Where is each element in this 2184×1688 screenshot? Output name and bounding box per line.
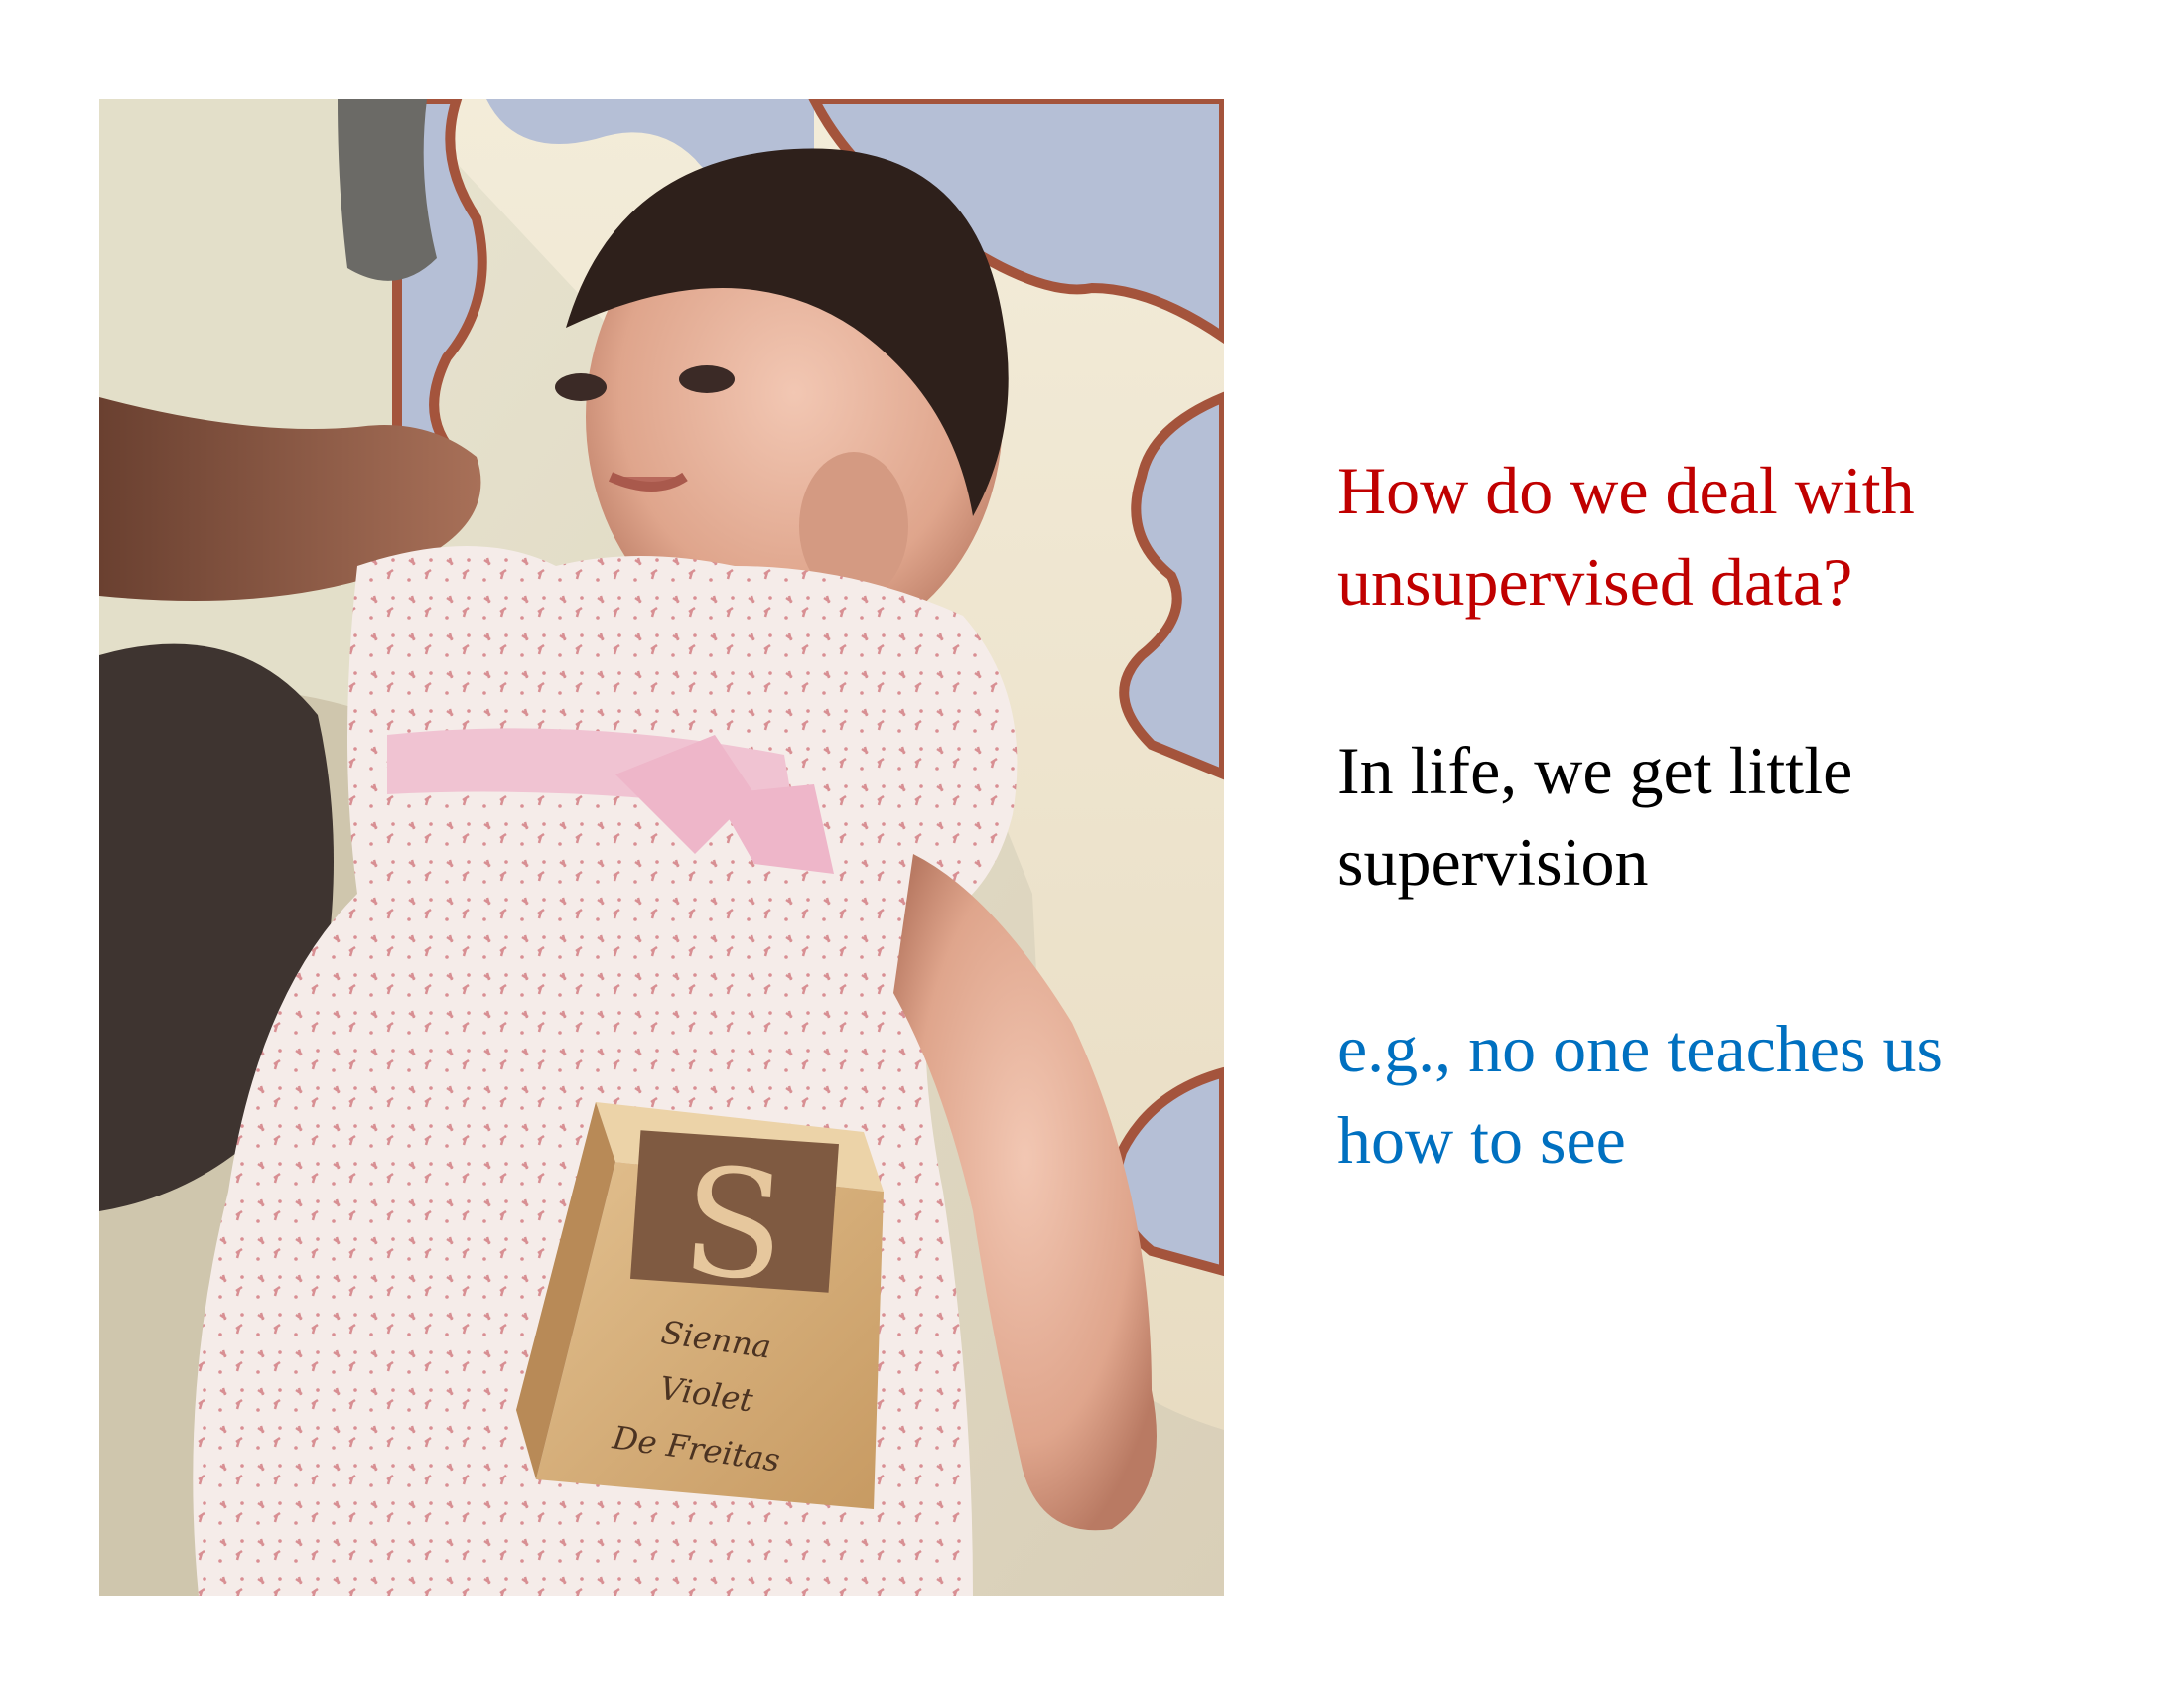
baby-photo: S Sienna Violet De Freitas: [99, 99, 1224, 1596]
question-text: How do we deal with unsupervised data?: [1337, 445, 2131, 628]
statement-line-2: supervision: [1337, 824, 1649, 900]
example-line-2: how to see: [1337, 1102, 1626, 1178]
block-letter: S: [677, 1136, 791, 1316]
slide: S Sienna Violet De Freitas How do we dea…: [0, 0, 2184, 1688]
question-line-2: unsupervised data?: [1337, 544, 1853, 620]
example-line-1: e.g., no one teaches us: [1337, 1011, 1943, 1086]
example-text: e.g., no one teaches us how to see: [1337, 1003, 2131, 1186]
statement-line-1: In life, we get little: [1337, 733, 1853, 808]
question-line-1: How do we deal with: [1337, 453, 1915, 528]
statement-text: In life, we get little supervision: [1337, 725, 2131, 908]
